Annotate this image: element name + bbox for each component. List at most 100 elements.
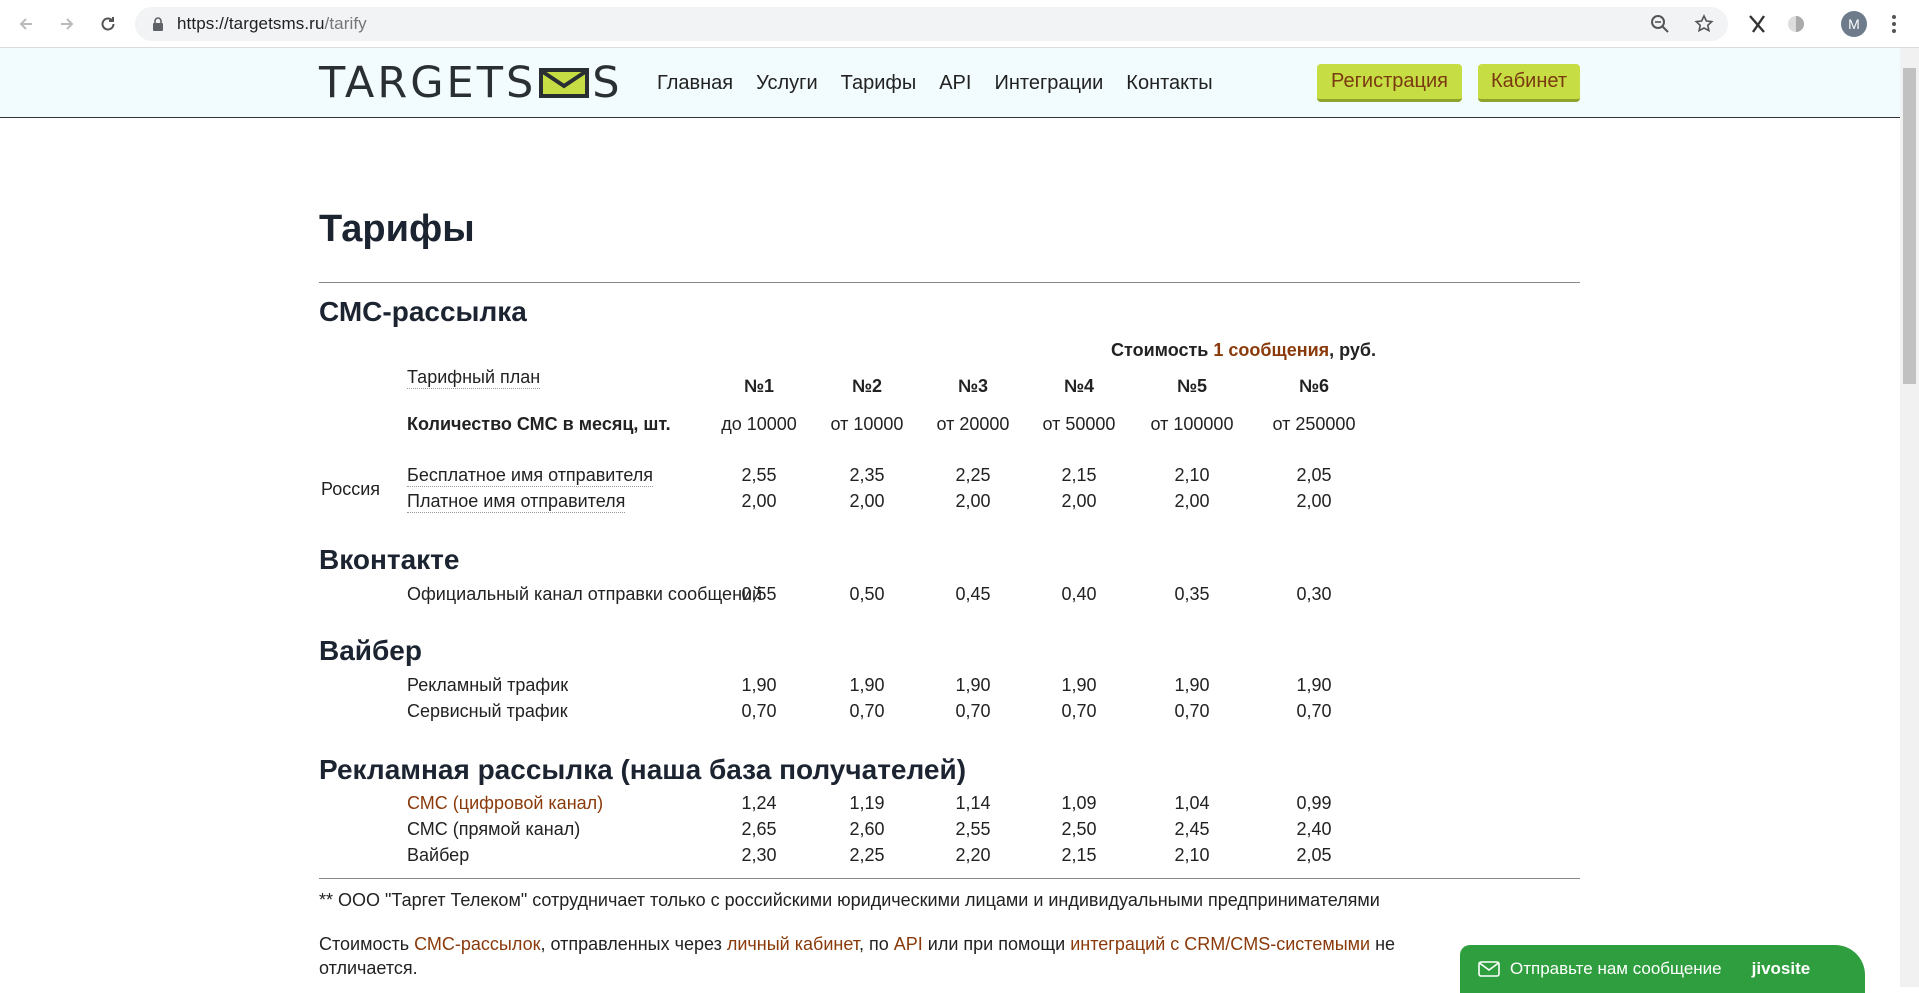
plan-number-2: №2: [851, 376, 883, 396]
viber-price-6: 1,90: [1296, 675, 1332, 695]
zoom-icon[interactable]: [1650, 14, 1670, 39]
sms-mailing-link[interactable]: СМС-рассылок: [414, 934, 540, 954]
reload-icon[interactable]: [96, 12, 120, 36]
lock-icon: [149, 15, 167, 33]
chat-widget-label: Отправьте нам сообщение: [1510, 959, 1722, 978]
plan-quantity-4: от 50000: [1042, 414, 1116, 434]
footer-paragraph: Стоимость СМС-рассылок, отправленных чер…: [319, 934, 1396, 954]
cabinet-link[interactable]: личный кабинет: [727, 934, 859, 954]
address-bar[interactable]: https://targetsms.ru/tarify: [135, 7, 1728, 41]
menu-kebab-icon[interactable]: [1884, 12, 1904, 36]
profile-avatar[interactable]: M: [1841, 11, 1867, 37]
plan-number-4: №4: [1063, 376, 1095, 396]
sms-price-5: 2,00: [1174, 491, 1210, 511]
extension-circle-icon[interactable]: [1784, 12, 1808, 36]
main-nav: Главная Услуги Тарифы API Интеграции Кон…: [657, 72, 1236, 95]
vk-price-2: 0,50: [849, 584, 885, 604]
ads-price-2: 2,60: [849, 819, 885, 839]
section-title-vk: Вконтакте: [319, 544, 460, 575]
viber-price-2: 1,90: [849, 675, 885, 695]
plan-quantity-2: от 10000: [830, 414, 904, 434]
vk-price-4: 0,40: [1061, 584, 1097, 604]
ads-price-1: 2,30: [741, 845, 777, 865]
sms-price-6: 2,05: [1296, 465, 1332, 485]
region-russia: Россия: [321, 479, 381, 499]
nav-contacts[interactable]: Контакты: [1126, 72, 1212, 95]
ads-price-2: 2,25: [849, 845, 885, 865]
ads-price-1: 2,65: [741, 819, 777, 839]
browser-toolbar: https://targetsms.ru/tarify M: [0, 0, 1919, 48]
mail-icon: [1478, 960, 1500, 978]
viber-price-4: 0,70: [1061, 701, 1097, 721]
ads-price-3: 1,14: [955, 793, 991, 813]
viber-price-3: 1,90: [955, 675, 991, 695]
nav-integrations[interactable]: Интеграции: [994, 72, 1103, 95]
section-title-ads: Рекламная рассылка (наша база получателе…: [319, 754, 967, 785]
plan-number-6: №6: [1298, 376, 1330, 396]
star-icon[interactable]: [1694, 14, 1714, 39]
url-text: https://targetsms.ru/tarify: [177, 14, 367, 33]
viber-row-label: Рекламный трафик: [407, 675, 569, 695]
plan-quantity-5: от 100000: [1150, 414, 1234, 434]
viber-price-2: 0,70: [849, 701, 885, 721]
ads-price-5: 2,10: [1174, 845, 1210, 865]
site-logo[interactable]: TARGETS S: [319, 58, 623, 108]
page-scrollbar[interactable]: [1900, 48, 1919, 987]
ads-price-5: 1,04: [1174, 793, 1210, 813]
nav-services[interactable]: Услуги: [756, 72, 818, 95]
viber-price-4: 1,90: [1061, 675, 1097, 695]
ads-price-6: 0,99: [1296, 793, 1332, 813]
plan-number-5: №5: [1176, 376, 1208, 396]
api-link[interactable]: API: [894, 934, 923, 954]
ads-price-3: 2,55: [955, 819, 991, 839]
footer-paragraph-end: отличается.: [319, 958, 418, 978]
ads-row-label: СМС (прямой канал): [407, 819, 581, 839]
sms-price-4: 2,15: [1061, 465, 1097, 485]
ads-price-4: 2,15: [1061, 845, 1097, 865]
divider: [319, 878, 1580, 879]
cost-header: Стоимость 1 сообщения, руб.: [1111, 340, 1377, 360]
plan-quantity-6: от 250000: [1272, 414, 1356, 434]
viber-price-1: 0,70: [741, 701, 777, 721]
sms-price-4: 2,00: [1061, 491, 1097, 511]
register-button[interactable]: Регистрация: [1317, 64, 1462, 102]
sms-row-label[interactable]: Платное имя отправителя: [407, 491, 626, 513]
section-title-viber: Вайбер: [319, 635, 422, 666]
ads-price-4: 1,09: [1061, 793, 1097, 813]
plan-number-3: №3: [957, 376, 989, 396]
forward-icon[interactable]: [55, 12, 79, 36]
footnote: ** ООО "Таргет Телеком" сотрудничает тол…: [319, 890, 1380, 910]
sms-price-1: 2,00: [741, 491, 777, 511]
divider: [319, 282, 1580, 283]
sms-row-label[interactable]: Бесплатное имя отправителя: [407, 465, 654, 487]
ads-row-label: Вайбер: [407, 845, 470, 865]
page-title: Тарифы: [319, 208, 475, 250]
viber-price-6: 0,70: [1296, 701, 1332, 721]
ads-price-3: 2,20: [955, 845, 991, 865]
jivosite-logo: jivosite: [1751, 959, 1811, 978]
plan-quantity-1: до 10000: [721, 414, 797, 434]
ads-price-5: 2,45: [1174, 819, 1210, 839]
plan-quantity-3: от 20000: [936, 414, 1010, 434]
sms-price-5: 2,10: [1174, 465, 1210, 485]
scrollbar-thumb[interactable]: [1903, 68, 1916, 384]
extension-x-icon[interactable]: [1745, 12, 1769, 36]
qty-label: Количество СМС в месяц, шт.: [407, 414, 671, 434]
ads-price-6: 2,05: [1296, 845, 1332, 865]
ads-price-1: 1,24: [741, 793, 777, 813]
plan-label[interactable]: Тарифный план: [407, 367, 541, 389]
nav-tariffs[interactable]: Тарифы: [841, 72, 917, 95]
back-icon[interactable]: [14, 12, 38, 36]
envelope-logo-icon: [539, 68, 590, 98]
chat-widget-button[interactable]: Отправьте нам сообщение jivosite: [1460, 945, 1865, 993]
cabinet-button[interactable]: Кабинет: [1478, 64, 1580, 102]
integrations-link[interactable]: интеграций с CRM/CMS-системыми: [1070, 934, 1370, 954]
nav-home[interactable]: Главная: [657, 72, 733, 95]
sms-price-1: 2,55: [741, 465, 777, 485]
viber-row-label: Сервисный трафик: [407, 701, 568, 721]
viber-price-5: 1,90: [1174, 675, 1210, 695]
one-message-link[interactable]: 1 сообщения: [1213, 340, 1329, 360]
vk-price-6: 0,30: [1296, 584, 1332, 604]
nav-api[interactable]: API: [939, 72, 971, 95]
ads-row-label[interactable]: СМС (цифровой канал): [407, 793, 603, 814]
